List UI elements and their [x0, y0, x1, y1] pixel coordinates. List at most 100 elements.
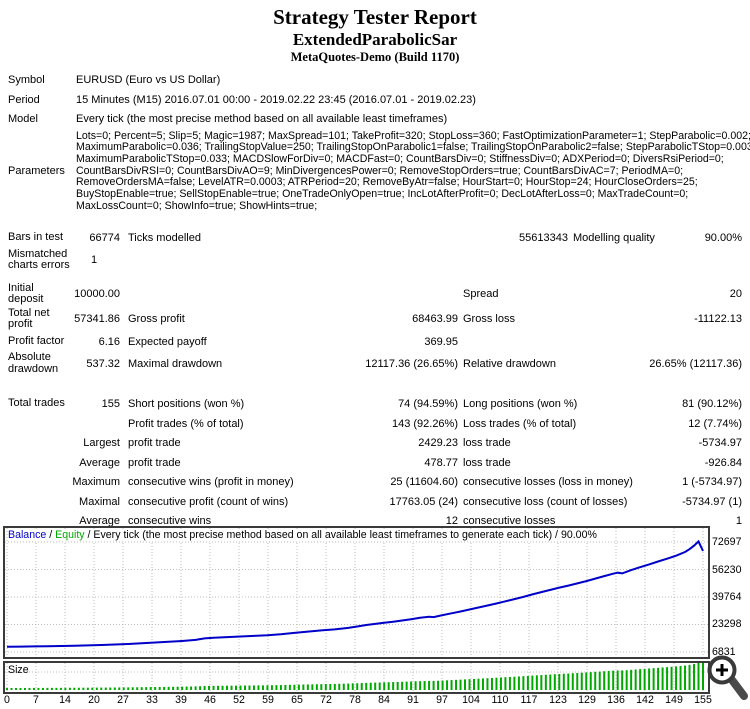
- report-row: Average profit trade 478.77 loss trade -926.…: [8, 453, 742, 473]
- row-label: Profit factor: [8, 335, 68, 348]
- row-label-2: Profit trades (% of total): [128, 417, 244, 430]
- wide-value-line: BuyStopEnable=true; SellStopEnable=true;…: [76, 188, 689, 201]
- x-axis-tick-label: 78: [349, 694, 361, 706]
- row-label-line: deposit: [8, 293, 44, 306]
- row-label: Bars in test: [8, 232, 68, 244]
- row-end-pair: Spread 20: [463, 288, 742, 300]
- row-value-3: -11122.13: [694, 313, 742, 326]
- x-axis-tick-label: 65: [291, 694, 303, 706]
- row-label-3: Spread: [463, 288, 499, 301]
- row-value-3: 81 (90.12%): [682, 398, 742, 411]
- row-value-3: 1 (-5734.97): [682, 476, 742, 489]
- row-wide-value: Lots=0; Percent=5; Slip=5; Magic=1987; M…: [76, 130, 750, 213]
- row-value-3: 12 (7.74%): [688, 417, 742, 430]
- row-label: Total trades: [8, 398, 68, 410]
- row-label: Model: [8, 113, 68, 126]
- row-value-2: 478.77: [424, 456, 458, 469]
- wide-value-line: MaxLossCount=0; ShowInfo=true; ShowHints…: [76, 199, 318, 212]
- row-label-2: Gross profit: [128, 313, 185, 326]
- row-label: Parameters: [8, 164, 68, 178]
- x-axis-tick-label: 46: [204, 694, 216, 706]
- report-row: Bars in test 66774 Ticks modelled 55613343 M…: [8, 228, 742, 248]
- x-axis-tick-label: 123: [549, 694, 567, 706]
- zoom-in-icon[interactable]: [705, 655, 749, 705]
- row-value-3: 20: [729, 288, 742, 301]
- row-end-pair: Gross loss -11122.13: [463, 313, 742, 325]
- legend-balance: Balance: [8, 529, 47, 541]
- x-axis-tick-label: 136: [607, 694, 625, 706]
- row-label-line: Parameters: [8, 164, 65, 177]
- row-value-2: 369.95: [424, 335, 458, 348]
- legend-separator: /: [46, 529, 56, 541]
- row-value-1: 6.16: [98, 335, 120, 348]
- row-wide-value: 15 Minutes (M15) 2016.07.01 00:00 - 2019…: [76, 94, 742, 107]
- chart-legend: Balance / Equity / Every tick (the most …: [8, 529, 600, 541]
- row-value-3: 1: [735, 515, 742, 528]
- row-label-2: profit trade: [128, 437, 181, 450]
- row-end-pair: consecutive loss (count of losses) -5734.…: [463, 496, 742, 508]
- report-row: Maximal consecutive profit (count of wins…: [8, 492, 742, 512]
- x-axis-tick-label: 0: [4, 694, 10, 706]
- report-row: Total trades 155 Short positions (won %) 74…: [8, 394, 742, 414]
- x-axis-tick-label: 7: [33, 694, 39, 706]
- server-build: MetaQuotes-Demo (Build 1170): [290, 50, 460, 64]
- x-axis-tick-label: 129: [578, 694, 596, 706]
- report-row: Mismatched charts errors 1: [8, 248, 742, 273]
- report-row: Parameters Lots=0; Percent=5; Slip=5; Mag…: [8, 130, 750, 214]
- row-value-1: Average: [79, 456, 120, 469]
- row-mid-pair: Ticks modelled 55613343: [128, 232, 568, 244]
- row-label-line: drawdown: [8, 362, 59, 375]
- row-label-line: Period: [8, 93, 40, 106]
- row-value-2: 17763.05 (24): [389, 495, 459, 508]
- row-value-1: 537.32: [86, 357, 120, 370]
- row-end-pair: consecutive losses (loss in money) 1 (-57…: [463, 476, 742, 488]
- report-row: Model Every tick (the most precise method…: [8, 110, 742, 130]
- row-label-2: consecutive wins (profit in money): [128, 476, 294, 489]
- row-value-2: 143 (92.26%): [391, 417, 458, 430]
- row-label-2: Short positions (won %): [128, 398, 245, 411]
- report-row: Initial deposit 10000.00 Spread 20: [8, 282, 742, 307]
- row-value-1: Maximum: [72, 476, 120, 489]
- x-axis-tick-label: 39: [175, 694, 187, 706]
- row-value-2: 12117.36 (26.65%): [365, 357, 458, 370]
- report-row: Profit trades (% of total) 143 (92.26%) Lo…: [8, 414, 742, 434]
- row-label-3: loss trade: [463, 456, 511, 469]
- x-axis-tick-label: 110: [491, 694, 509, 706]
- row-label-3: Gross loss: [463, 313, 515, 326]
- x-axis-tick-label: 84: [378, 694, 390, 706]
- row-label: Total net profit: [8, 307, 68, 331]
- row-end-pair: Loss trades (% of total) 12 (7.74%): [463, 418, 742, 430]
- row-mid-pair: consecutive profit (count of wins) 17763.…: [128, 496, 458, 508]
- row-label-3: Modelling quality: [573, 232, 655, 245]
- row-mid-pair: profit trade 2429.23: [128, 437, 458, 449]
- x-axis-tick-label: 20: [88, 694, 100, 706]
- x-axis-tick-label: 52: [233, 694, 245, 706]
- row-label-3: consecutive losses (loss in money): [463, 476, 633, 489]
- row-label-3: Long positions (won %): [463, 398, 578, 411]
- row-value-2: 74 (94.59%): [398, 398, 458, 411]
- row-end-pair: loss trade -926.84: [463, 457, 742, 469]
- row-value-2: 68463.99: [412, 313, 458, 326]
- y-axis-tick-label: 39764: [712, 591, 742, 603]
- wide-value-line: MaximumParabolicTStop=0.033; MACDSlowFor…: [76, 152, 724, 165]
- row-label-line: charts errors: [8, 259, 70, 272]
- row-label-line: Bars in test: [8, 231, 64, 244]
- row-value-2: 25 (11604.60): [390, 476, 458, 489]
- row-value-1: 1: [90, 254, 98, 267]
- row-label-line: Total trades: [8, 397, 65, 410]
- row-mid-pair: Expected payoff 369.95: [128, 336, 458, 348]
- row-label-2: consecutive profit (count of wins): [128, 495, 289, 508]
- row-label: Absolute drawdown: [8, 352, 68, 375]
- report-row: Total net profit 57341.86 Gross profit 68463…: [8, 307, 742, 332]
- x-axis-tick-label: 149: [665, 694, 683, 706]
- x-axis-tick-label: 72: [320, 694, 332, 706]
- y-axis-tick-label: 72697: [712, 536, 742, 548]
- row-wide-value: EURUSD (Euro vs US Dollar): [76, 74, 742, 87]
- row-value-1: 66774: [89, 232, 120, 245]
- row-mid-pair: Profit trades (% of total) 143 (92.26%): [128, 418, 458, 430]
- row-label: Period: [8, 93, 68, 107]
- x-axis-tick-label: 142: [636, 694, 654, 706]
- y-axis-tick-label: 56230: [712, 563, 742, 576]
- x-axis-tick-label: 104: [462, 694, 480, 706]
- row-value-1: 10000.00: [74, 288, 120, 301]
